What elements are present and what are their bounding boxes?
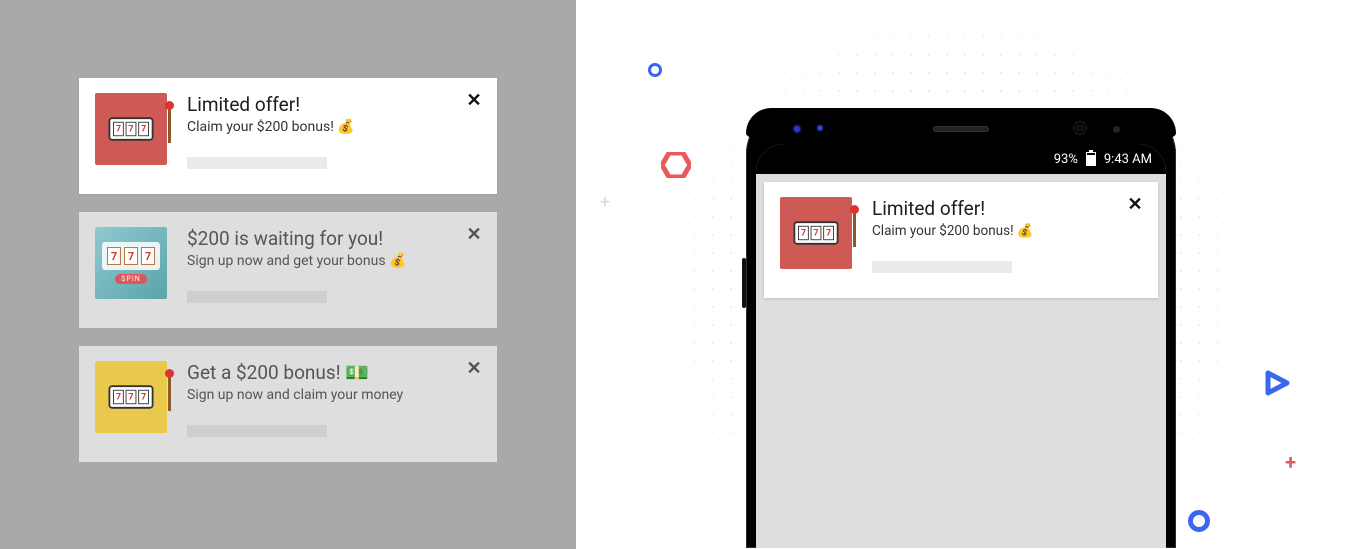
decorative-hexagon-icon (661, 152, 691, 178)
notification-title: $200 is waiting for you! (187, 227, 481, 250)
slot-machine-icon: 7 7 7 (95, 361, 167, 433)
decorative-plus-icon: + (600, 192, 610, 213)
notification-subtitle: Claim your $200 bonus! 💰 (872, 223, 1142, 239)
slot-machine-icon: 7 7 7 SPIN (95, 227, 167, 299)
decorative-circle-icon (648, 63, 662, 77)
slot-machine-icon: 7 7 7 (780, 197, 852, 269)
status-bar: 93% 9:43 AM (756, 144, 1166, 174)
notification-card[interactable]: 7 7 7 Get a $200 bonus! 💵 Sign up now an… (79, 346, 497, 462)
close-icon[interactable]: ✕ (465, 226, 483, 244)
phone-notification-card[interactable]: 7 7 7 Limited offer! Claim your $200 bon… (764, 182, 1158, 298)
placeholder-bar (187, 291, 327, 303)
notification-subtitle: Sign up now and claim your money (187, 387, 481, 403)
phone-mockup: 93% 9:43 AM 7 7 7 (746, 108, 1176, 548)
decorative-triangle-icon (1264, 370, 1290, 400)
notification-title: Limited offer! (187, 93, 481, 116)
phone-camera (1074, 122, 1086, 134)
decorative-plus-icon: + (1285, 450, 1296, 474)
battery-icon (1086, 152, 1096, 166)
slot-machine-icon: 7 7 7 (95, 93, 167, 165)
notification-subtitle: Claim your $200 bonus! 💰 (187, 119, 481, 135)
battery-percent: 93% (1054, 152, 1078, 167)
phone-side-button (742, 258, 746, 308)
notification-card[interactable]: 7 7 7 Limited offer! Claim your $200 bon… (79, 78, 497, 194)
notification-variants-panel: 7 7 7 Limited offer! Claim your $200 bon… (0, 0, 576, 549)
clock: 9:43 AM (1104, 152, 1152, 167)
phone-preview-panel: + + 93% 9:43 AM (576, 0, 1346, 549)
close-icon[interactable]: ✕ (465, 360, 483, 378)
notification-title: Limited offer! (872, 197, 1142, 220)
notification-subtitle: Sign up now and get your bonus 💰 (187, 253, 481, 269)
close-icon[interactable]: ✕ (1126, 196, 1144, 214)
placeholder-bar (187, 425, 327, 437)
phone-speaker (933, 126, 989, 132)
decorative-circle-icon (1188, 510, 1210, 532)
phone-sensor (792, 124, 802, 134)
notification-card[interactable]: 7 7 7 SPIN $200 is waiting for you! Sign… (79, 212, 497, 328)
placeholder-bar (187, 157, 327, 169)
notification-title: Get a $200 bonus! 💵 (187, 361, 481, 384)
phone-sensor (1113, 126, 1120, 133)
phone-sensor (816, 124, 824, 132)
placeholder-bar (872, 261, 1012, 273)
close-icon[interactable]: ✕ (465, 92, 483, 110)
phone-screen: 93% 9:43 AM 7 7 7 (756, 144, 1166, 548)
